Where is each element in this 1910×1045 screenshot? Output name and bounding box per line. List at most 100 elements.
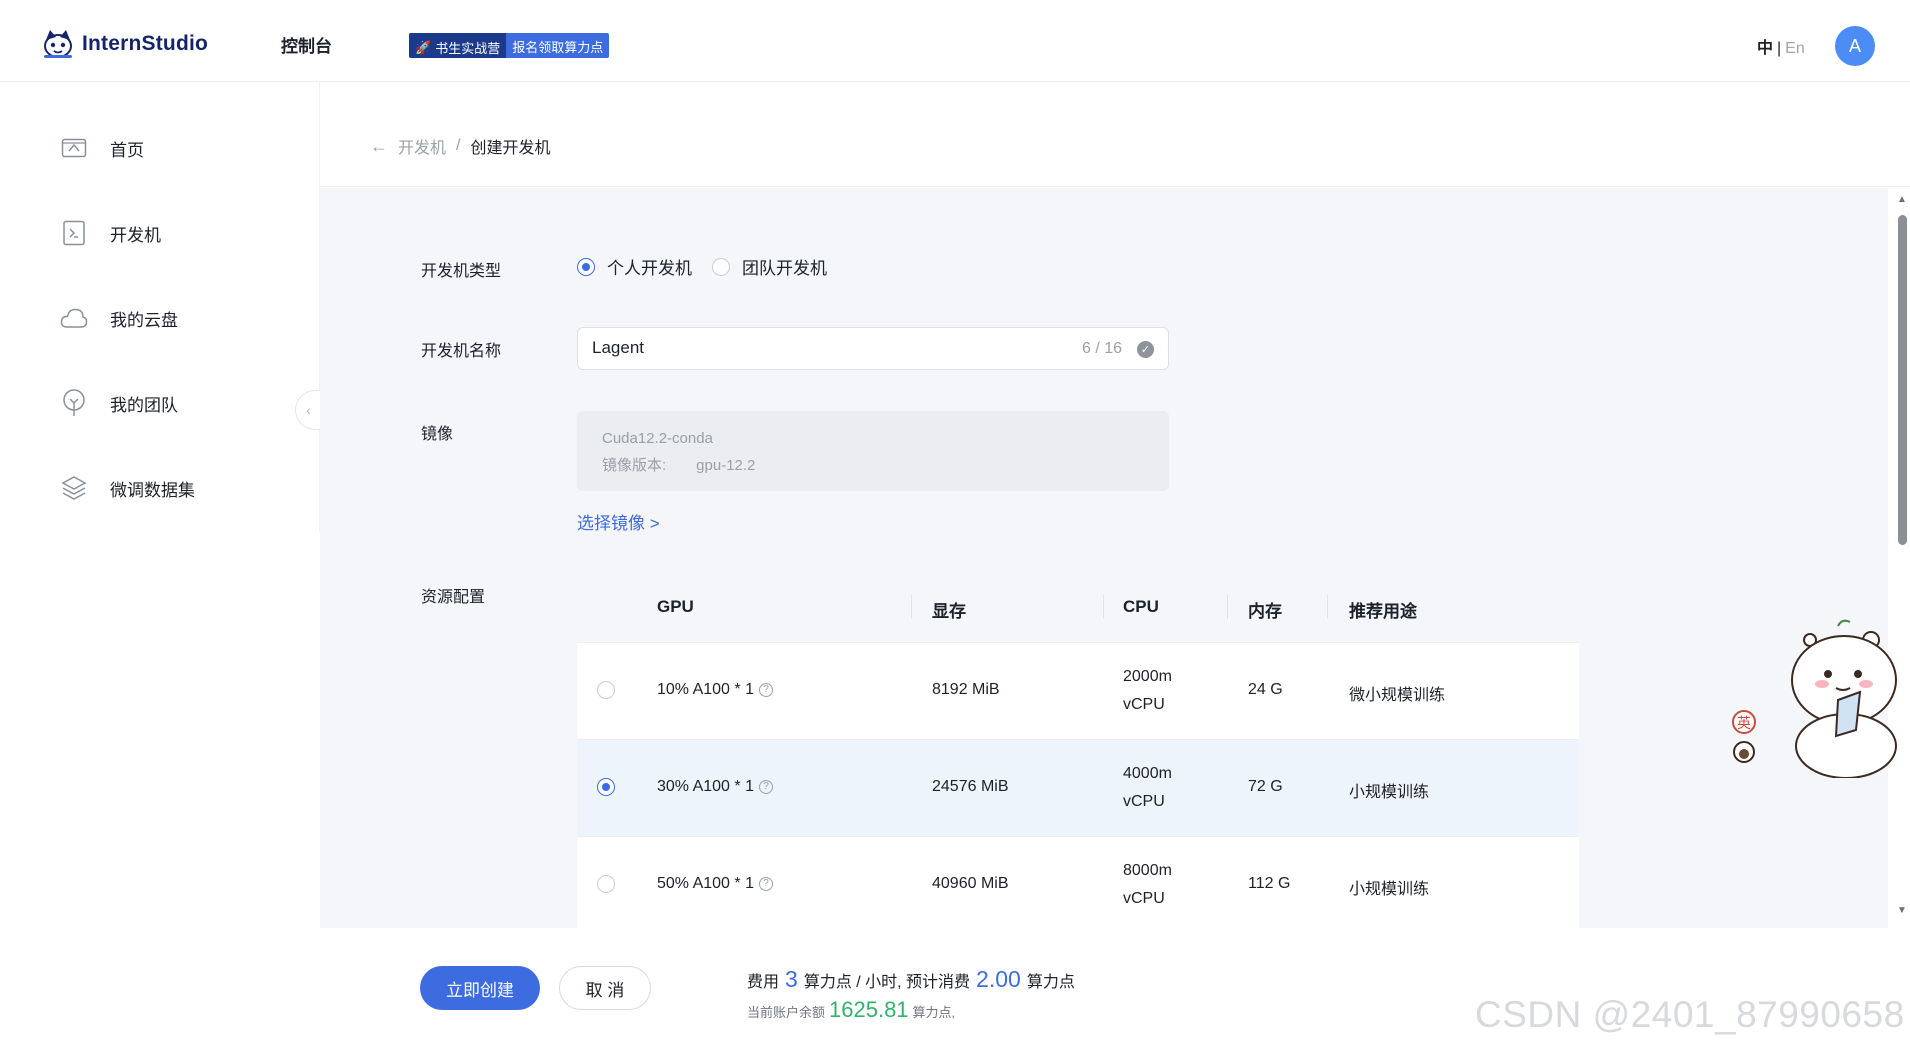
- col-vram: 显存: [932, 602, 966, 621]
- radio-team[interactable]: [712, 257, 730, 276]
- col-gpu: GPU: [657, 597, 694, 616]
- create-form: 开发机类型 个人开发机 团队开发机 开发机名称 6 / 16 ✓ 镜像 Cuda…: [320, 188, 1888, 928]
- promo-camp-label: 书生实战营: [435, 41, 501, 56]
- sidebar-item-label: 我的团队: [110, 395, 178, 415]
- terminal-icon: [60, 219, 88, 247]
- cell-gpu-text: 50% A100 * 1: [657, 875, 754, 892]
- nav-console[interactable]: 控制台: [281, 32, 332, 57]
- balance-value: 1625.81: [829, 997, 909, 1022]
- col-divider: [911, 595, 912, 619]
- cost-rate: 3: [785, 966, 798, 992]
- mascot-sticker: 英: [1732, 619, 1897, 778]
- image-label: 镜像: [421, 426, 454, 443]
- cell-vram: 24576 MiB: [932, 778, 1009, 795]
- watermark: CSDN @2401_87990658: [1475, 994, 1905, 1035]
- cell-cpu-amount: 4000m: [1123, 765, 1172, 782]
- breadcrumb-devmachine[interactable]: 开发机: [398, 134, 446, 158]
- image-version-row: 镜像版本: gpu-12.2: [602, 454, 755, 475]
- row-radio[interactable]: [597, 778, 615, 796]
- table-row[interactable]: 10% A100 * 1? 8192 MiB 2000m vCPU 24 G 微…: [577, 642, 1579, 739]
- promo-camp: 🚀 书生实战营: [409, 33, 507, 58]
- sidebar-item-label: 开发机: [110, 225, 161, 245]
- sidebar-item-devmachine[interactable]: 开发机: [60, 219, 161, 247]
- check-icon: ✓: [1137, 341, 1154, 358]
- sidebar-item-label: 我的云盘: [110, 310, 178, 330]
- lang-en[interactable]: En: [1785, 40, 1805, 57]
- sidebar-item-cloud[interactable]: 我的云盘: [60, 304, 178, 332]
- col-divider: [1103, 595, 1104, 619]
- name-char-count: 6 / 16: [1081, 340, 1122, 357]
- top-header: InternStudio 控制台 🚀 书生实战营 报名领取算力点 中 | En A: [0, 0, 1910, 82]
- scrollbar-thumb[interactable]: [1898, 215, 1907, 545]
- promo-signup: 报名领取算力点: [506, 33, 610, 58]
- cell-usage: 小规模训练: [1349, 881, 1430, 898]
- cell-gpu: 10% A100 * 1?: [657, 681, 773, 699]
- table-header: GPU 显存 CPU 内存 推荐用途: [577, 573, 1579, 642]
- create-button[interactable]: 立即创建: [420, 966, 540, 1010]
- lang-cn[interactable]: 中: [1757, 40, 1773, 57]
- promo-banner[interactable]: 🚀 书生实战营 报名领取算力点: [409, 33, 610, 58]
- radio-personal[interactable]: [577, 257, 595, 276]
- cell-cpu-amount: 8000m: [1123, 862, 1172, 879]
- cloud-icon: [60, 304, 88, 332]
- scroll-up-arrow-icon[interactable]: ▲: [1897, 194, 1907, 205]
- resource-label: 资源配置: [421, 589, 486, 606]
- cell-cpu-unit: vCPU: [1123, 696, 1165, 713]
- balance-summary: 当前账户余额 1625.81 算力点,: [747, 997, 955, 1023]
- row-radio[interactable]: [597, 681, 615, 699]
- help-icon[interactable]: ?: [758, 779, 773, 794]
- name-label: 开发机名称: [421, 343, 502, 360]
- image-info-box: Cuda12.2-conda 镜像版本: gpu-12.2: [577, 411, 1169, 491]
- sidebar-item-datasets[interactable]: 微调数据集: [60, 474, 195, 502]
- type-label: 开发机类型: [421, 263, 502, 280]
- col-divider: [1227, 595, 1228, 619]
- col-cpu: CPU: [1123, 597, 1159, 616]
- back-arrow-icon[interactable]: ←: [370, 136, 388, 157]
- lang-separator: |: [1777, 40, 1782, 57]
- sidebar-item-label: 首页: [110, 140, 144, 160]
- cost-prefix: 费用: [747, 974, 780, 991]
- cell-usage: 微小规模训练: [1349, 687, 1446, 704]
- cost-summary: 费用 3 算力点 / 小时, 预计消费 2.00 算力点: [747, 966, 1075, 993]
- name-field[interactable]: 6 / 16 ✓: [577, 327, 1169, 370]
- cell-usage: 小规模训练: [1349, 784, 1430, 801]
- cell-vram: 8192 MiB: [932, 681, 1000, 698]
- cell-memory: 72 G: [1248, 778, 1283, 795]
- cell-cpu-unit: vCPU: [1123, 890, 1165, 907]
- cell-gpu: 30% A100 * 1?: [657, 778, 773, 796]
- cell-gpu: 50% A100 * 1?: [657, 875, 773, 893]
- cell-cpu-amount: 2000m: [1123, 668, 1172, 685]
- breadcrumb-bar: ← 开发机 / 创建开发机: [320, 82, 1910, 187]
- cell-vram: 40960 MiB: [932, 875, 1009, 892]
- resource-table: GPU 显存 CPU 内存 推荐用途 10% A100 * 1? 8192 Mi…: [577, 573, 1579, 928]
- radio-personal-label[interactable]: 个人开发机: [607, 254, 692, 279]
- breadcrumb-current: 创建开发机: [470, 140, 551, 157]
- row-radio[interactable]: [597, 875, 615, 893]
- sidebar-item-home[interactable]: 首页: [60, 134, 144, 162]
- image-name: Cuda12.2-conda: [602, 430, 713, 447]
- team-icon: [60, 389, 88, 417]
- cell-cpu-unit: vCPU: [1123, 793, 1165, 810]
- scroll-down-arrow-icon[interactable]: ▼: [1897, 905, 1907, 916]
- logo[interactable]: InternStudio: [40, 28, 208, 60]
- image-version-label: 镜像版本:: [602, 457, 667, 474]
- rocket-icon: 🚀: [415, 39, 432, 55]
- brand-name: InternStudio: [82, 32, 209, 55]
- cell-gpu-text: 10% A100 * 1: [657, 681, 754, 698]
- cost-total: 2.00: [976, 966, 1021, 992]
- table-row[interactable]: 50% A100 * 1? 40960 MiB 8000m vCPU 112 G…: [577, 836, 1579, 928]
- breadcrumb: ← 开发机 / 创建开发机: [370, 134, 550, 158]
- balance-prefix: 当前账户余额: [747, 1005, 826, 1020]
- sidebar-item-team[interactable]: 我的团队: [60, 389, 178, 417]
- table-row[interactable]: 30% A100 * 1? 24576 MiB 4000m vCPU 72 G …: [577, 739, 1579, 836]
- cell-gpu-text: 30% A100 * 1: [657, 778, 754, 795]
- sidebar-collapse-button[interactable]: ‹: [295, 390, 321, 430]
- name-input[interactable]: [592, 338, 1032, 358]
- help-icon[interactable]: ?: [758, 682, 773, 697]
- select-image-link[interactable]: 选择镜像 >: [577, 509, 660, 534]
- radio-team-label[interactable]: 团队开发机: [742, 254, 827, 279]
- avatar[interactable]: A: [1835, 26, 1875, 66]
- help-icon[interactable]: ?: [758, 876, 773, 891]
- balance-suffix: 算力点,: [912, 1005, 956, 1020]
- cancel-button[interactable]: 取 消: [559, 966, 651, 1010]
